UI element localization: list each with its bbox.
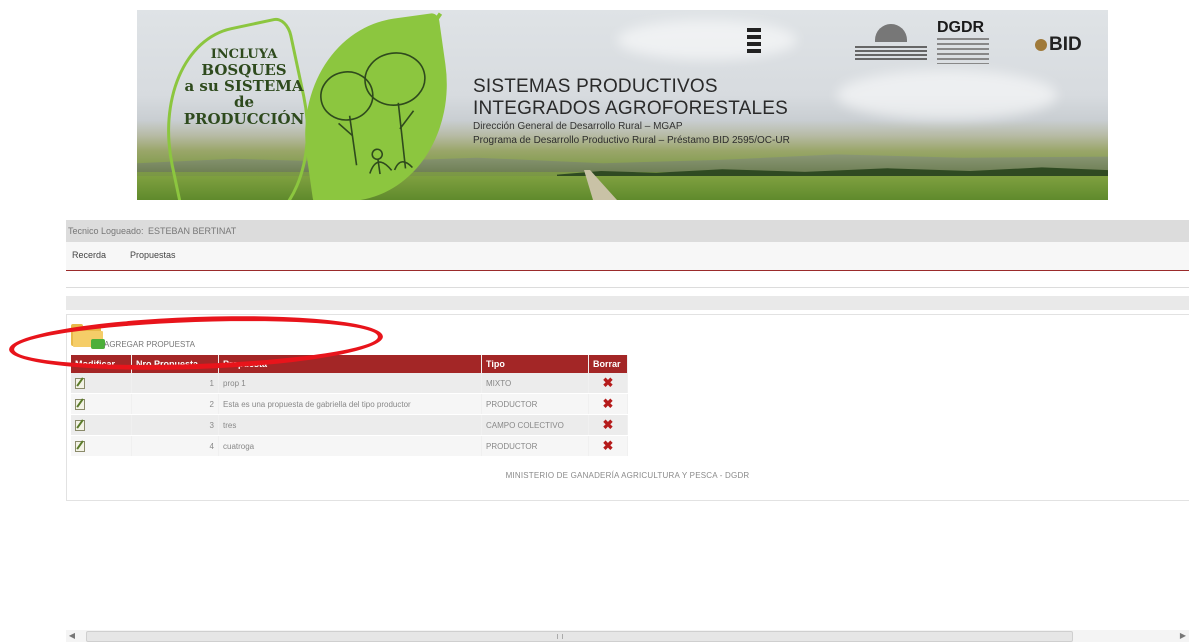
trees-illustration-icon xyxy=(320,52,426,175)
dgdr-logo: DGDR xyxy=(937,20,997,70)
banner-title: INTEGRADOS AGROFORESTALES xyxy=(473,98,789,119)
cloud-decoration xyxy=(837,70,1057,120)
mgap-logo-icon xyxy=(855,24,927,64)
delete-cell: ✖ xyxy=(588,435,628,457)
edit-cell xyxy=(71,393,132,415)
delete-cell: ✖ xyxy=(588,373,628,394)
horizontal-scrollbar[interactable]: ◀ ▶ xyxy=(66,630,1189,642)
bid-logo-text: BID xyxy=(1049,34,1082,55)
proposal-type: CAMPO COLECTIVO xyxy=(481,414,589,436)
logged-label: Tecnico Logueado: xyxy=(68,226,144,236)
proposal-number: 4 xyxy=(131,435,219,457)
delete-icon[interactable]: ✖ xyxy=(603,417,614,432)
logged-user-name: ESTEBAN BERTINAT xyxy=(148,226,237,236)
banner-slogan: INCLUYA BOSQUES a su SISTEMA de PRODUCCI… xyxy=(179,47,309,128)
logged-user-bar: Tecnico Logueado: ESTEBAN BERTINAT xyxy=(66,220,1189,242)
proposal-name: prop 1 xyxy=(218,373,482,394)
banner-subtitle: Programa de Desarrollo Productivo Rural … xyxy=(473,135,790,146)
slogan-line: a su SISTEMA xyxy=(184,77,304,96)
banner-title: SISTEMAS PRODUCTIVOS xyxy=(473,76,718,97)
divider xyxy=(66,287,1189,288)
table-row: 1 prop 1 MIXTO ✖ xyxy=(71,373,628,394)
column-header-borrar: Borrar xyxy=(588,355,628,373)
column-header-tipo: Tipo xyxy=(481,355,589,373)
edit-cell xyxy=(71,414,132,436)
edit-icon[interactable] xyxy=(75,398,85,410)
menu-item-propuestas[interactable]: Propuestas xyxy=(130,250,176,260)
header-banner: INCLUYA BOSQUES a su SISTEMA de PRODUCCI… xyxy=(137,10,1108,200)
banner-title-block: SISTEMAS PRODUCTIVOS INTEGRADOS AGROFORE… xyxy=(473,76,790,148)
table-row: 2 Esta es una propuesta de gabriella del… xyxy=(71,393,628,415)
proposals-table: Modificar Nro Propuesta Propuesta Tipo B… xyxy=(71,355,628,457)
scrollbar-thumb[interactable] xyxy=(86,631,1073,642)
delete-cell: ✖ xyxy=(588,414,628,436)
proposal-type: PRODUCTOR xyxy=(481,393,589,415)
proposal-name: Esta es una propuesta de gabriella del t… xyxy=(218,393,482,415)
edit-icon[interactable] xyxy=(75,377,85,389)
dgdr-logo-text: DGDR xyxy=(937,19,985,36)
slogan-line: de PRODUCCIÓN xyxy=(183,93,305,128)
edit-cell xyxy=(71,435,132,457)
edit-icon[interactable] xyxy=(75,440,85,452)
banner-subtitle: Dirección General de Desarrollo Rural – … xyxy=(473,121,683,132)
content-header-strip xyxy=(66,296,1189,310)
main-menu: Recerda Propuestas xyxy=(66,242,1189,271)
proposal-type: MIXTO xyxy=(481,373,589,394)
partner-logo-icon xyxy=(747,28,827,56)
edit-icon[interactable] xyxy=(75,419,85,431)
proposal-number: 1 xyxy=(131,373,219,394)
table-row: 3 tres CAMPO COLECTIVO ✖ xyxy=(71,414,628,436)
slogan-line: BOSQUES xyxy=(201,61,287,80)
footer-text: MINISTERIO DE GANADERÍA AGRICULTURA Y PE… xyxy=(505,471,750,480)
proposal-number: 3 xyxy=(131,414,219,436)
delete-icon[interactable]: ✖ xyxy=(603,438,614,453)
grip-icon xyxy=(557,634,563,639)
bid-logo-icon xyxy=(1035,39,1047,51)
table-row: 4 cuatroga PRODUCTOR ✖ xyxy=(71,435,628,457)
scroll-left-icon[interactable]: ◀ xyxy=(66,630,78,642)
delete-icon[interactable]: ✖ xyxy=(603,375,614,390)
leaf-trees-icon xyxy=(289,12,463,200)
slogan-line: INCLUYA xyxy=(210,47,278,62)
delete-cell: ✖ xyxy=(588,393,628,415)
proposal-number: 2 xyxy=(131,393,219,415)
proposal-type: PRODUCTOR xyxy=(481,435,589,457)
scroll-right-icon[interactable]: ▶ xyxy=(1177,630,1189,642)
proposal-name: tres xyxy=(218,414,482,436)
bid-logo: BID xyxy=(1035,34,1082,56)
dgdr-logo-lines-icon xyxy=(937,38,989,64)
proposal-name: cuatroga xyxy=(218,435,482,457)
edit-cell xyxy=(71,373,132,394)
delete-icon[interactable]: ✖ xyxy=(603,396,614,411)
menu-item-recerda[interactable]: Recerda xyxy=(72,250,106,260)
